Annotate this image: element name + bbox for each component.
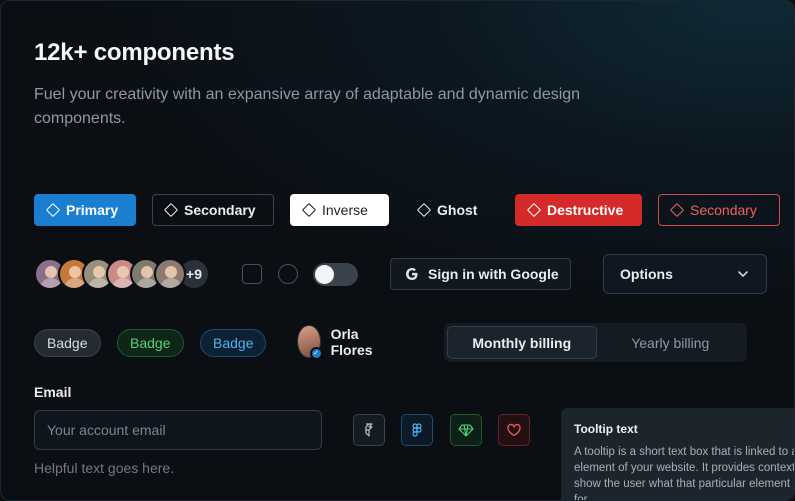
tab-yearly-billing[interactable]: Yearly billing [597,326,745,359]
chevron-down-icon [738,271,748,277]
billing-toggle: Monthly billing Yearly billing [444,323,747,362]
diamond-icon [301,202,317,218]
secondary-button[interactable]: Secondary [152,194,274,226]
toggle-switch[interactable] [313,263,358,286]
destructive-secondary-button[interactable]: Secondary [658,194,780,226]
primary-button[interactable]: Primary [34,194,136,226]
diamond-icon [416,202,432,218]
page-subtitle: Fuel your creativity with an expansive a… [34,86,581,127]
figma-icon [412,423,422,437]
user-chip[interactable]: ✓ Orla Flores [297,325,382,360]
verified-icon: ✓ [309,347,323,360]
ghost-button-label: Ghost [437,202,478,218]
helper-text: Helpful text goes here. [34,460,175,476]
google-icon [406,268,418,280]
heart-button[interactable] [498,414,530,446]
figma-button[interactable] [401,414,433,446]
badge-info: Badge [200,329,266,357]
diamond-icon [526,202,542,218]
tooltip-title: Tooltip text [574,422,638,436]
destructive-button[interactable]: Destructive [515,194,642,226]
button-row: Primary Secondary Inverse Ghost Destruct… [34,194,780,226]
gem-button[interactable] [450,414,482,446]
tab-monthly-billing[interactable]: Monthly billing [447,326,597,359]
inverse-button[interactable]: Inverse [290,194,389,226]
user-name: Orla Flores [330,325,373,358]
badge-success: Badge [117,329,184,357]
google-button-label: Sign in with Google [428,266,559,282]
primary-button-label: Primary [66,202,119,218]
toggle-knob [315,265,334,284]
inverse-button-label: Inverse [322,202,368,218]
diamond-icon [669,202,685,218]
avatar-group[interactable]: +9 [34,258,210,290]
components-card: 12k+ components Fuel your creativity wit… [0,0,795,501]
diamond-icon [163,202,179,218]
checkbox[interactable] [242,264,262,284]
gem-icon [458,424,474,437]
tooltip: Tooltip text A tooltip is a short text b… [561,408,795,501]
select-value: Options [620,266,673,282]
options-select[interactable]: Options [603,254,767,294]
avatar: ✓ [297,325,323,360]
avatar [154,258,186,290]
figma-outline-button[interactable] [353,414,385,446]
diamond-icon [45,202,61,218]
destructive-button-label: Destructive [547,202,624,218]
figma-outline-icon [365,423,373,437]
radio-button[interactable] [278,264,298,284]
email-label: Email [34,384,72,400]
heart-icon [507,423,521,437]
badge-neutral: Badge [34,329,101,357]
tooltip-body: A tooltip is a short text box that is li… [574,446,795,501]
ghost-button[interactable]: Ghost [405,194,499,226]
email-field[interactable] [34,410,322,450]
secondary-button-label: Secondary [184,202,256,218]
destructive-secondary-button-label: Secondary [690,202,757,218]
google-sign-in-button[interactable]: Sign in with Google [390,258,571,290]
page-title: 12k+ components [34,39,235,66]
